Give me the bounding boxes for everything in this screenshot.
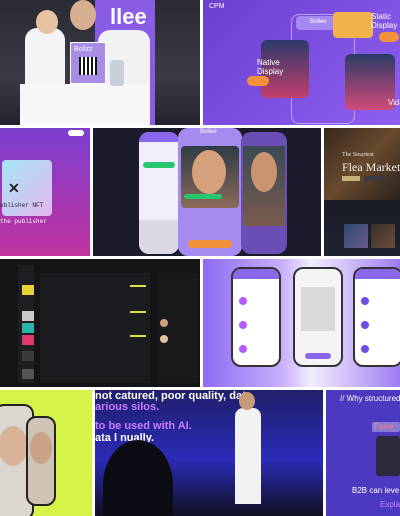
flea-title: Flea Market xyxy=(342,160,400,174)
chat-left-bubble xyxy=(143,162,175,168)
flea-card-1 xyxy=(344,224,368,248)
stage-talk-tile: not catured, poor quality, data arious s… xyxy=(95,390,323,516)
phone-a-top xyxy=(233,269,279,279)
face-left xyxy=(0,426,28,466)
booth-counter xyxy=(20,84,150,125)
dark-editor-tile xyxy=(0,259,200,387)
flea-market-tile: The Smartest Flea Market xyxy=(324,128,400,256)
chat-left-header xyxy=(139,132,179,142)
flea-button-2[interactable] xyxy=(364,176,382,181)
chat-app-tile: Bollee xyxy=(93,128,321,256)
laptop-mock xyxy=(376,436,400,476)
editor-thumb-4 xyxy=(22,335,34,345)
editor-yellow-bar-3 xyxy=(130,335,146,337)
chat-app-name: Bollee xyxy=(200,129,217,135)
cpm-header: CPM xyxy=(209,3,225,10)
chat-right-face xyxy=(251,152,277,192)
phone-b-button[interactable] xyxy=(305,353,331,359)
check-icon-a3 xyxy=(239,345,247,353)
phone-a xyxy=(231,267,281,367)
false-chip: False xyxy=(372,422,400,432)
flea-card-2 xyxy=(371,224,395,248)
audience-head xyxy=(103,440,173,516)
demo-board: Bollzz xyxy=(70,42,106,84)
sticker-line1: ublisher NFT xyxy=(0,202,44,209)
chat-phone-right xyxy=(241,132,287,254)
native-display-label: Native Display xyxy=(257,58,284,76)
phone-label: Bollee xyxy=(310,19,327,25)
slide-line-3: to be used with AI. xyxy=(95,420,192,432)
slide-line-2: arious silos. xyxy=(95,401,160,413)
chat-left-keyboard xyxy=(139,220,179,254)
three-phones-tile xyxy=(203,259,400,387)
flea-subtitle: The Smartest xyxy=(342,152,374,158)
editor-thumb-6 xyxy=(22,369,34,379)
video-label: Video xyxy=(388,98,400,107)
booth-sign: llee xyxy=(110,4,147,29)
chat-center-button xyxy=(188,240,232,248)
check-icon-c3 xyxy=(361,345,369,353)
editor-avatar-1 xyxy=(160,319,168,327)
check-icon-c2 xyxy=(361,321,369,329)
static-display-card xyxy=(333,12,373,38)
booth-photo: llee Bollzz xyxy=(0,0,200,125)
bottle xyxy=(110,60,124,86)
video-badge xyxy=(379,32,399,42)
speaker-head xyxy=(239,392,255,410)
editor-thumb-1 xyxy=(22,285,34,295)
sticker-line2: the publisher xyxy=(0,218,47,225)
phone-b xyxy=(293,267,343,367)
faces-tile xyxy=(0,390,92,516)
cpm-ad-formats: CPM Bollee Static Display Native Display… xyxy=(203,0,400,125)
chat-phone-center: Bollee xyxy=(178,128,242,256)
chat-center-bubble xyxy=(184,194,222,199)
chat-phone-left xyxy=(139,132,179,254)
chat-center-face xyxy=(192,150,226,194)
flea-button[interactable] xyxy=(342,176,360,181)
editor-yellow-bar-1 xyxy=(130,285,146,287)
false-label: False xyxy=(374,422,394,431)
portfolio-grid: llee Bollzz CPM Bollee Static Display Na… xyxy=(0,0,400,516)
qr-code xyxy=(79,57,97,75)
check-icon-a2 xyxy=(239,321,247,329)
phone-c xyxy=(353,267,400,367)
editor-yellow-bar-2 xyxy=(130,311,146,313)
why-title: // Why structured xyxy=(340,394,400,403)
expl-text: Expla xyxy=(380,500,400,509)
face-right xyxy=(30,432,52,464)
b2b-text: B2B can leve xyxy=(352,486,400,495)
editor-avatar-2 xyxy=(160,335,168,343)
person-left-head xyxy=(36,10,58,34)
editor-thumb-2 xyxy=(22,311,34,321)
person-right-head xyxy=(70,0,96,30)
static-display-label: Static Display xyxy=(371,12,398,30)
check-icon-c1 xyxy=(361,297,369,305)
editor-avatars xyxy=(158,273,198,383)
phone-c-top xyxy=(355,269,400,279)
editor-thumb-3 xyxy=(22,323,34,333)
editor-rows xyxy=(40,273,150,383)
board-label: Bollzz xyxy=(74,46,93,53)
speaker xyxy=(235,408,261,504)
native-badge xyxy=(247,76,269,86)
x-mark-icon: ✕ xyxy=(8,180,20,196)
editor-thumb-5 xyxy=(22,351,34,361)
why-structured-tile: // Why structured False B2B can leve Exp… xyxy=(326,390,400,516)
face-phone-right xyxy=(26,416,56,506)
toggle-dots xyxy=(68,130,84,136)
check-icon-a1 xyxy=(239,297,247,305)
person-left xyxy=(25,28,65,88)
phone-b-document xyxy=(301,287,335,331)
publisher-sticker-tile: ✕ ublisher NFT the publisher xyxy=(0,128,90,256)
